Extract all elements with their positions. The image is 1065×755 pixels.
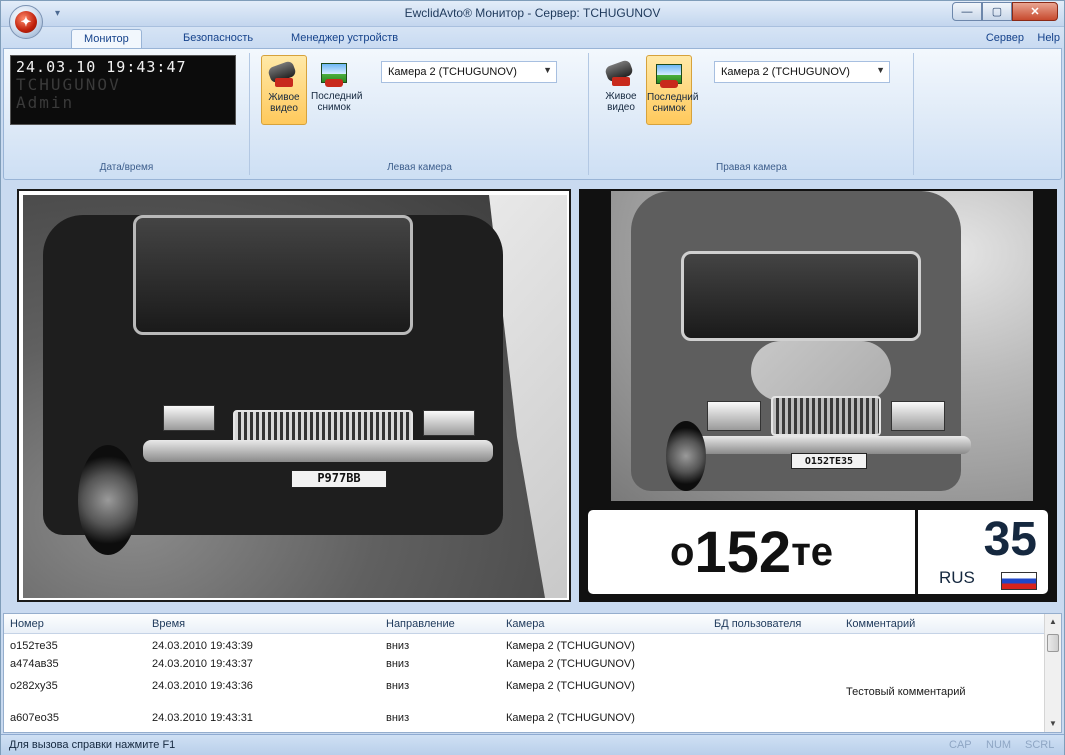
group-label-datetime: Дата/время	[99, 162, 154, 173]
chevron-down-icon: ▼	[543, 65, 552, 75]
left-live-video-button[interactable]: Живое видео	[261, 55, 307, 125]
cell-number: а474ав35	[10, 658, 59, 670]
cell-number: о282ху35	[10, 680, 58, 692]
app-logo-icon: ✦	[15, 11, 37, 33]
status-bar: Для вызова справки нажмите F1 CAP NUM SC…	[1, 734, 1064, 755]
server-name: TCHUGUNOV	[16, 75, 121, 94]
plate-country: RUS	[939, 568, 975, 587]
cell-camera: Камера 2 (TCHUGUNOV)	[506, 658, 635, 670]
title-bar: ▾ EwclidAvto® Монитор - Сервер: TCHUGUNO…	[1, 1, 1064, 27]
close-button[interactable]: ✕	[1012, 2, 1058, 21]
table-row[interactable]: о152те35 24.03.2010 19:43:39 вниз Камера…	[4, 638, 1044, 656]
right-camera-select[interactable]: Камера 2 (TCHUGUNOV) ▼	[714, 61, 890, 83]
plate-prefix: о	[669, 529, 695, 574]
ribbon-panel: 24.03.10 19:43:47 TCHUGUNOV Admin Дата/в…	[3, 48, 1062, 180]
cell-camera: Камера 2 (TCHUGUNOV)	[506, 680, 635, 692]
plate-region-block: 35 RUS	[921, 510, 1048, 594]
right-car-plate: O152TE35	[791, 453, 867, 469]
table-row[interactable]: о282ху35 24.03.2010 19:43:36 вниз Камера…	[4, 674, 1044, 700]
left-camera-value: Камера 2 (TCHUGUNOV)	[388, 66, 517, 78]
right-last-snapshot-label: Последний снимок	[647, 92, 699, 114]
plate-digits: 152	[694, 519, 792, 585]
column-header-time[interactable]: Время	[152, 618, 185, 630]
column-header-direction[interactable]: Направление	[386, 618, 455, 630]
plate-number: о 152 те	[588, 510, 918, 594]
tab-monitor[interactable]: Монитор	[71, 29, 142, 49]
application-window: ▾ EwclidAvto® Монитор - Сервер: TCHUGUNO…	[0, 0, 1065, 755]
image-icon	[652, 60, 686, 90]
group-label-left-camera: Левая камера	[387, 162, 452, 173]
cell-camera: Камера 2 (TCHUGUNOV)	[506, 640, 635, 652]
cell-time: 24.03.2010 19:43:31	[152, 712, 253, 724]
clock-display: 24.03.10 19:43:47 TCHUGUNOV Admin	[10, 55, 236, 125]
group-datetime: 24.03.10 19:43:47 TCHUGUNOV Admin Дата/в…	[4, 53, 250, 175]
minimize-button[interactable]: —	[952, 2, 982, 21]
russia-flag-icon	[1001, 572, 1037, 590]
right-last-snapshot-button[interactable]: Последний снимок	[646, 55, 698, 125]
cell-number: о152те35	[10, 640, 58, 652]
left-camera-image: P977BB	[23, 195, 567, 598]
plate-suffix: те	[791, 529, 834, 574]
user-name: Admin	[16, 93, 75, 112]
column-header-camera[interactable]: Камера	[506, 618, 544, 630]
cell-time: 24.03.2010 19:43:39	[152, 640, 253, 652]
scroll-down-icon[interactable]: ▼	[1045, 716, 1061, 732]
table-scrollbar[interactable]: ▲ ▼	[1044, 614, 1061, 732]
application-menu-button[interactable]: ✦	[9, 5, 43, 39]
left-last-snapshot-label: Последний снимок	[311, 91, 363, 113]
column-header-number[interactable]: Номер	[10, 618, 44, 630]
right-camera-value: Камера 2 (TCHUGUNOV)	[721, 66, 850, 78]
clock-time: 24.03.10 19:43:47	[16, 58, 187, 76]
plate-region-code: 35	[983, 513, 1037, 566]
window-controls: — ▢ ✕	[952, 2, 1058, 21]
group-label-right-camera: Правая камера	[716, 162, 787, 173]
cell-direction: вниз	[386, 658, 410, 670]
table-row[interactable]: а474ав35 24.03.2010 19:43:37 вниз Камера…	[4, 656, 1044, 674]
left-live-video-label: Живое видео	[268, 92, 300, 114]
column-header-comment[interactable]: Комментарий	[846, 618, 915, 630]
recognized-plate: о 152 те 35 RUS	[585, 507, 1051, 597]
group-left-camera: Живое видео Последний снимок Камера 2 (T…	[251, 53, 589, 175]
table-header: Номер Время Направление Камера БД пользо…	[4, 614, 1044, 634]
scroll-lock-indicator: SCRL	[1025, 739, 1055, 751]
camera-icon	[604, 59, 638, 89]
recognition-log-table: Номер Время Направление Камера БД пользо…	[3, 613, 1062, 733]
left-car-plate: P977BB	[291, 470, 387, 488]
ribbon-tab-bar: Монитор Безопасность Менеджер устройств …	[1, 27, 1064, 49]
cell-camera: Камера 2 (TCHUGUNOV)	[506, 712, 635, 724]
left-camera-select[interactable]: Камера 2 (TCHUGUNOV) ▼	[381, 61, 557, 83]
left-last-snapshot-button[interactable]: Последний снимок	[311, 55, 362, 125]
server-menu[interactable]: Сервер	[986, 32, 1024, 44]
cell-number: а607ео35	[10, 712, 59, 724]
left-video-pane[interactable]: P977BB	[17, 189, 571, 602]
tab-security[interactable]: Безопасность	[171, 29, 265, 49]
image-icon	[317, 59, 351, 89]
num-lock-indicator: NUM	[986, 739, 1012, 751]
chevron-down-icon: ▼	[876, 65, 885, 75]
scroll-up-icon[interactable]: ▲	[1045, 614, 1061, 630]
right-live-video-button[interactable]: Живое видео	[598, 55, 644, 125]
maximize-button[interactable]: ▢	[982, 2, 1012, 21]
window-title: EwclidAvto® Монитор - Сервер: TCHUGUNOV	[404, 6, 661, 20]
column-header-user-db[interactable]: БД пользователя	[714, 618, 801, 630]
scroll-thumb[interactable]	[1047, 634, 1059, 652]
right-video-pane[interactable]: O152TE35 о 152 те 35 RUS	[579, 189, 1057, 602]
right-camera-image: O152TE35	[611, 191, 1033, 501]
table-row[interactable]: а607ео35 24.03.2010 19:43:31 вниз Камера…	[4, 710, 1044, 728]
caps-lock-indicator: CAP	[949, 739, 972, 751]
camera-icon	[267, 60, 301, 90]
cell-direction: вниз	[386, 712, 410, 724]
status-hint: Для вызова справки нажмите F1	[9, 739, 176, 751]
tab-device-manager[interactable]: Менеджер устройств	[279, 29, 410, 49]
cell-comment: Тестовый комментарий	[846, 686, 966, 698]
help-menu[interactable]: Help	[1037, 32, 1060, 44]
cell-time: 24.03.2010 19:43:36	[152, 680, 253, 692]
group-right-camera: Живое видео Последний снимок Камера 2 (T…	[590, 53, 914, 175]
cell-time: 24.03.2010 19:43:37	[152, 658, 253, 670]
cell-direction: вниз	[386, 680, 410, 692]
right-live-video-label: Живое видео	[605, 91, 637, 113]
cell-direction: вниз	[386, 640, 410, 652]
